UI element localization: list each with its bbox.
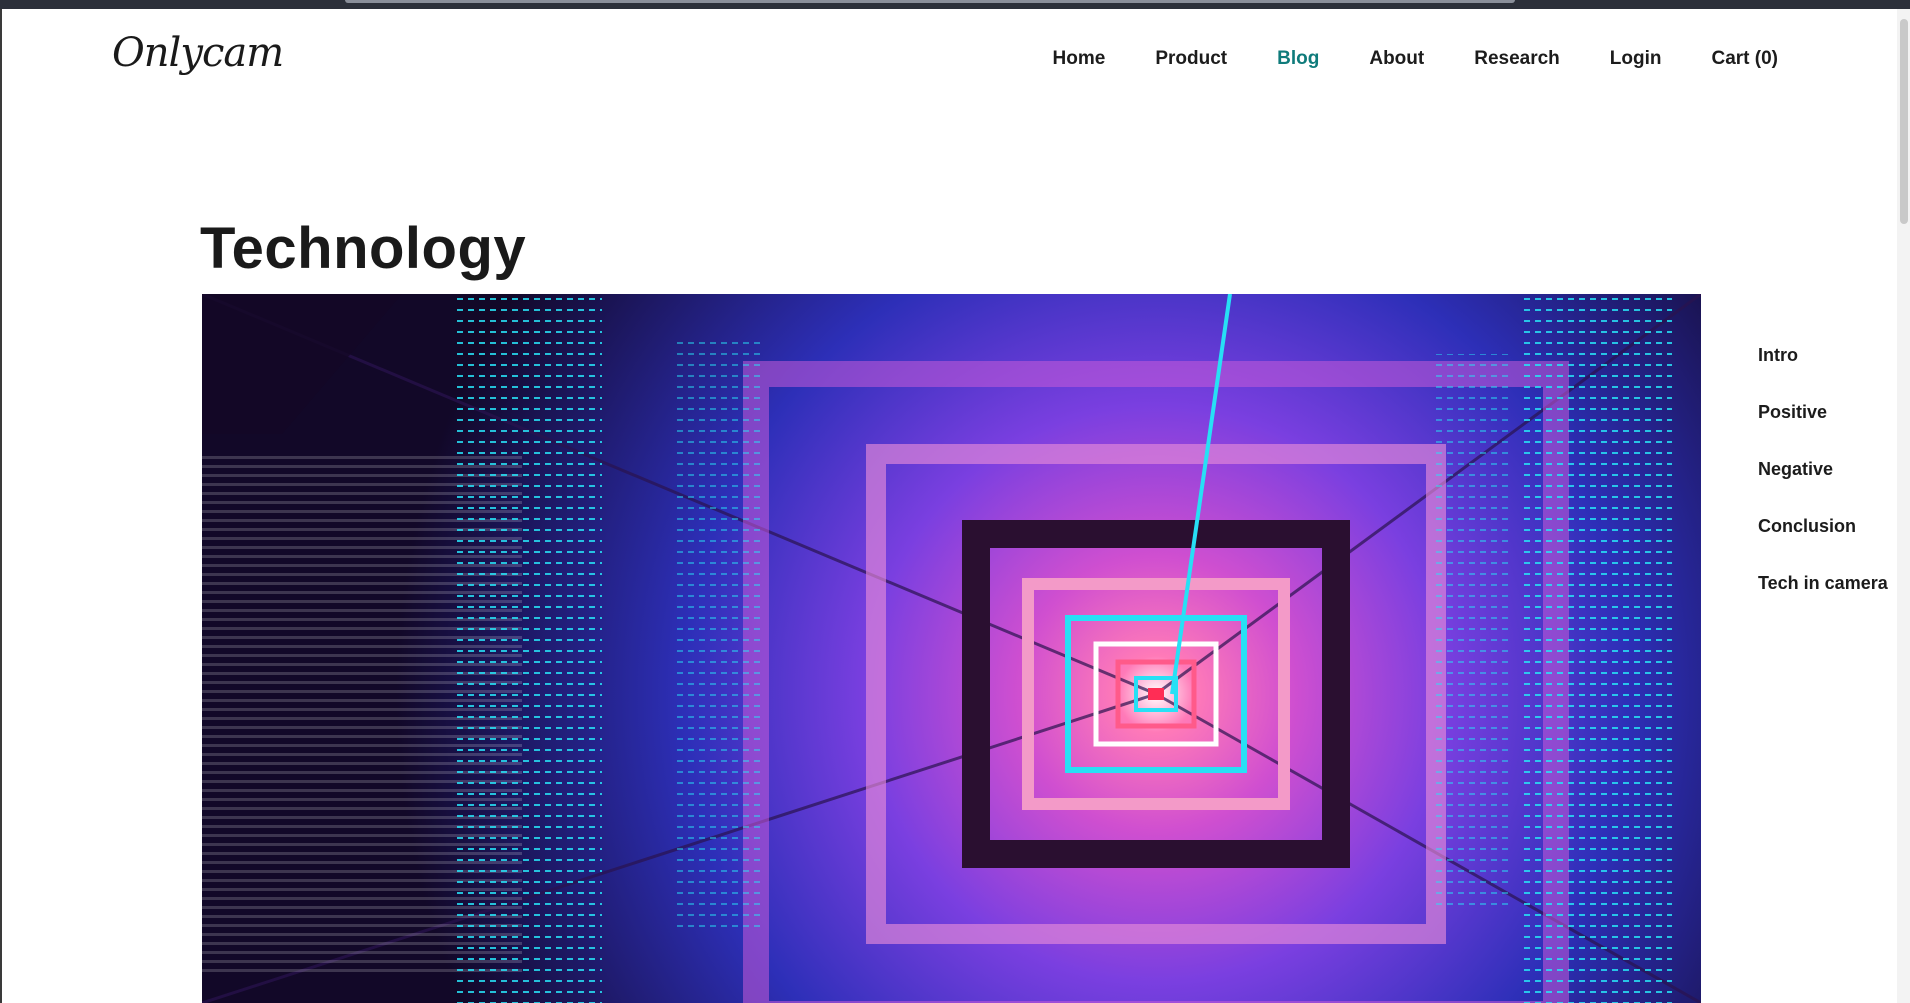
nav-research-link[interactable]: Research xyxy=(1474,48,1560,70)
table-of-contents: Intro Positive Negative Conclusion Tech … xyxy=(1758,345,1888,594)
nav-about-link[interactable]: About xyxy=(1369,48,1424,70)
nav-blog-link[interactable]: Blog xyxy=(1277,48,1319,70)
toc-negative-link[interactable]: Negative xyxy=(1758,459,1888,480)
hero-image xyxy=(202,294,1701,1003)
toc-conclusion-link[interactable]: Conclusion xyxy=(1758,516,1888,537)
page-title: Technology xyxy=(200,216,527,281)
toc-intro-link[interactable]: Intro xyxy=(1758,345,1888,366)
window-edge xyxy=(0,9,2,1003)
nav-home-link[interactable]: Home xyxy=(1053,48,1106,70)
browser-tab-strip xyxy=(345,0,1515,3)
nav-login-link[interactable]: Login xyxy=(1610,48,1662,70)
nav-product-link[interactable]: Product xyxy=(1155,48,1227,70)
browser-top-bar xyxy=(0,0,1910,9)
toc-positive-link[interactable]: Positive xyxy=(1758,402,1888,423)
main-nav: Home Product Blog About Research Login C… xyxy=(1053,48,1778,70)
scrollbar-thumb[interactable] xyxy=(1900,19,1908,224)
nav-cart-link[interactable]: Cart (0) xyxy=(1711,48,1778,70)
site-logo[interactable]: Onlycam xyxy=(112,30,284,76)
toc-tech-in-camera-link[interactable]: Tech in camera xyxy=(1758,573,1888,594)
page-scrollbar[interactable] xyxy=(1897,9,1910,1003)
